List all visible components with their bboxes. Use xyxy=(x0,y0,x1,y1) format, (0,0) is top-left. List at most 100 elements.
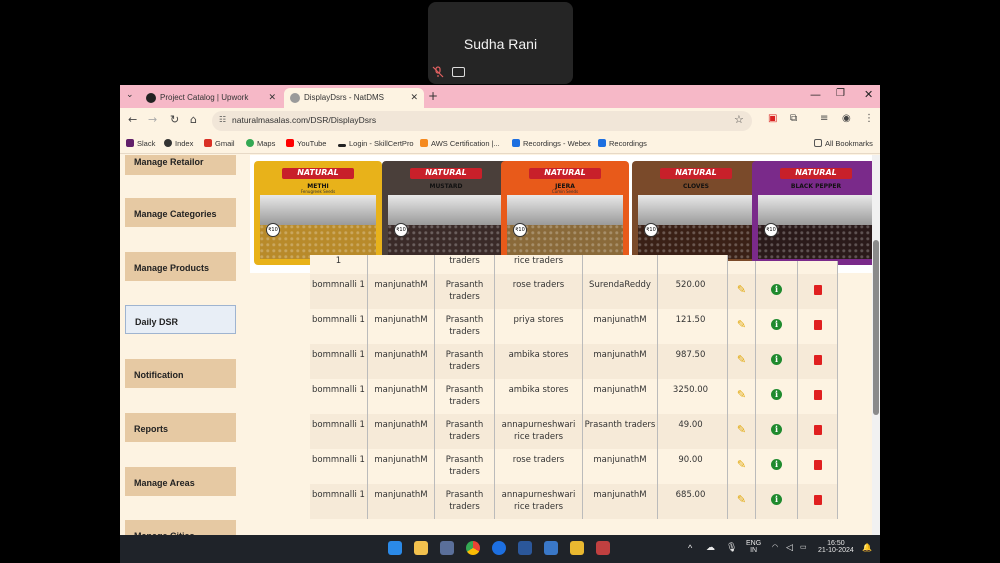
info-icon[interactable]: i xyxy=(771,284,782,295)
info-icon[interactable]: i xyxy=(771,389,782,400)
pack-illustration xyxy=(758,195,872,225)
notification-bell-icon[interactable]: 🔔 xyxy=(862,543,872,552)
delete-trash-icon[interactable] xyxy=(813,320,822,330)
volume-icon[interactable]: ◁ xyxy=(786,542,793,553)
share-screen-icon[interactable] xyxy=(452,67,465,77)
info-icon[interactable]: i xyxy=(771,319,782,330)
sidebar-item-manage-areas[interactable]: Manage Areas xyxy=(125,467,236,496)
address-bar[interactable]: ☷ naturalmasalas.com/DSR/DisplayDsrs ☆ xyxy=(212,111,752,131)
scrollbar-thumb[interactable] xyxy=(873,240,879,415)
back-icon[interactable]: ← xyxy=(128,113,137,126)
menu-dots-icon[interactable]: ⋮ xyxy=(864,113,874,124)
bookmark-slack[interactable]: Slack xyxy=(126,139,155,148)
close-icon[interactable]: ✕ xyxy=(268,92,276,103)
table-cell: bommnalli 1 xyxy=(310,414,368,449)
forward-icon[interactable]: → xyxy=(148,113,157,126)
folder-icon xyxy=(814,139,822,147)
bookmarks-bar: Slack Index Gmail Maps YouTube Login - S… xyxy=(120,134,880,154)
cloud-icon[interactable]: ☁ xyxy=(706,542,715,553)
delete-trash-icon[interactable] xyxy=(813,285,822,295)
bookmark-maps[interactable]: Maps xyxy=(246,139,275,148)
bookmark-youtube[interactable]: YouTube xyxy=(286,139,326,148)
edit-pencil-icon[interactable]: ✎ xyxy=(737,493,746,506)
table-cell: bommnalli 1 xyxy=(310,379,368,414)
battery-icon[interactable]: ▭ xyxy=(800,543,807,551)
minimize-icon[interactable]: — xyxy=(810,88,821,101)
table-cell: manjunathM xyxy=(368,414,435,449)
profile-avatar-icon[interactable]: ◉ xyxy=(842,113,851,124)
aws-icon xyxy=(420,139,428,147)
bookmark-star-icon[interactable]: ☆ xyxy=(734,113,744,126)
edit-cell: ✎ xyxy=(728,274,756,309)
info-icon[interactable]: i xyxy=(771,354,782,365)
pack-price-badge: ₹10 xyxy=(764,223,778,237)
delete-cell xyxy=(798,414,838,449)
edit-pencil-icon[interactable]: ✎ xyxy=(737,423,746,436)
info-icon[interactable]: i xyxy=(771,459,782,470)
chrome-icon[interactable] xyxy=(466,541,480,555)
tab-search-icon[interactable]: ⌄ xyxy=(126,90,134,100)
bookmark-gmail[interactable]: Gmail xyxy=(204,139,235,148)
mic-off-icon[interactable]: 🎙 xyxy=(726,542,737,553)
pack-illustration xyxy=(507,195,623,225)
delete-trash-icon[interactable] xyxy=(813,495,822,505)
table-cell: bommnalli 1 xyxy=(310,449,368,484)
reload-icon[interactable]: ↻ xyxy=(170,113,179,126)
browser-window: ⌄ Project Catalog | Upwork ✕ DisplayDsrs… xyxy=(120,85,880,563)
all-bookmarks[interactable]: All Bookmarks xyxy=(814,139,873,148)
delete-trash-icon[interactable] xyxy=(813,425,822,435)
chevron-up-icon[interactable]: ^ xyxy=(688,543,692,553)
sticky-notes-icon[interactable] xyxy=(570,541,584,555)
url-text[interactable]: naturalmasalas.com/DSR/DisplayDsrs xyxy=(232,115,376,125)
bookmark-recordings[interactable]: Recordings xyxy=(598,139,647,148)
home-icon[interactable]: ⌂ xyxy=(190,113,197,126)
delete-trash-icon[interactable] xyxy=(813,355,822,365)
sidebar-item-manage-categories[interactable]: Manage Categories xyxy=(125,198,236,227)
sidebar-item-daily-dsr[interactable]: Daily DSR xyxy=(125,305,236,334)
pdf-extension-icon[interactable]: ▣ xyxy=(768,113,777,124)
edit-cell: ✎ xyxy=(728,414,756,449)
notepad-icon[interactable] xyxy=(544,541,558,555)
globe-icon xyxy=(164,139,172,147)
bookmark-webex-recordings[interactable]: Recordings - Webex xyxy=(512,139,591,148)
new-tab-button[interactable]: + xyxy=(428,89,438,103)
table-cell: priya stores xyxy=(495,309,583,344)
close-icon[interactable]: ✕ xyxy=(410,92,418,103)
edit-pencil-icon[interactable]: ✎ xyxy=(737,353,746,366)
edit-pencil-icon[interactable]: ✎ xyxy=(737,458,746,471)
sidebar-item-manage-cities[interactable]: Manage Cities xyxy=(125,520,236,535)
edit-pencil-icon[interactable]: ✎ xyxy=(737,318,746,331)
info-cell: i xyxy=(756,449,798,484)
clock[interactable]: 16:50 21-10-2024 xyxy=(818,540,854,554)
windows-start-icon[interactable] xyxy=(388,541,402,555)
sidebar-item-reports[interactable]: Reports xyxy=(125,413,236,442)
tab-displaydsrs[interactable]: DisplayDsrs - NatDMS ✕ xyxy=(284,88,424,108)
maximize-icon[interactable]: ❐ xyxy=(836,88,845,99)
edit-pencil-icon[interactable]: ✎ xyxy=(737,388,746,401)
bookmark-aws[interactable]: AWS Certification |... xyxy=(420,139,500,148)
edit-pencil-icon[interactable]: ✎ xyxy=(737,283,746,296)
delete-trash-icon[interactable] xyxy=(813,390,822,400)
snipping-tool-icon[interactable] xyxy=(596,541,610,555)
extensions-icon[interactable]: ⧉ xyxy=(790,113,797,124)
mic-off-icon[interactable] xyxy=(432,66,446,80)
wifi-icon[interactable]: ◠ xyxy=(772,543,778,551)
site-info-icon[interactable]: ☷ xyxy=(219,115,226,124)
language-indicator[interactable]: ENG IN xyxy=(746,540,761,554)
pack-price-badge: ₹10 xyxy=(266,223,280,237)
media-controls-icon[interactable]: ≡ xyxy=(820,113,828,124)
sidebar-item-manage-retailor[interactable]: Manage Retailor xyxy=(125,155,236,175)
info-icon[interactable]: i xyxy=(771,494,782,505)
bookmark-skillcertpro[interactable]: Login - SkillCertPro xyxy=(338,139,414,148)
delete-trash-icon[interactable] xyxy=(813,460,822,470)
tab-upwork[interactable]: Project Catalog | Upwork ✕ xyxy=(140,88,282,108)
window-close-icon[interactable]: ✕ xyxy=(864,88,873,101)
sidebar-item-notification[interactable]: Notification xyxy=(125,359,236,388)
bookmark-index[interactable]: Index xyxy=(164,139,193,148)
word-icon[interactable] xyxy=(518,541,532,555)
info-icon[interactable]: i xyxy=(771,424,782,435)
file-explorer-icon[interactable] xyxy=(414,541,428,555)
store-icon[interactable] xyxy=(440,541,454,555)
webex-icon[interactable] xyxy=(492,541,506,555)
sidebar-item-manage-products[interactable]: Manage Products xyxy=(125,252,236,281)
